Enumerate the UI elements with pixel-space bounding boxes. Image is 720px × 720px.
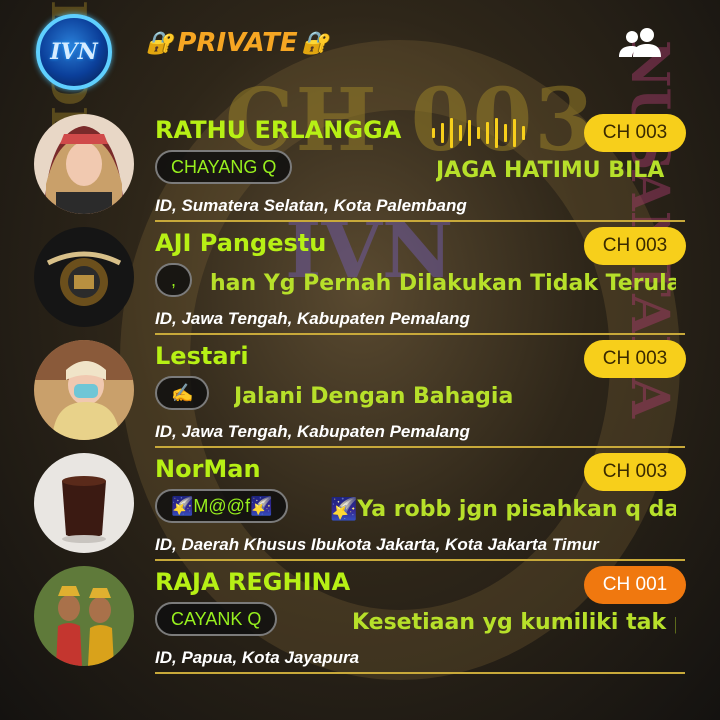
user-tag: ✍️ [155,376,210,410]
user-location: ID, Jawa Tengah, Kabupaten Pemalang [155,422,470,441]
avatar[interactable] [34,114,134,214]
list-item[interactable]: RATHU ERLANGGA CHAYANG Q JAGA HATIMU BIL… [0,110,720,222]
avatar[interactable] [34,566,134,666]
user-name: Lestari [155,342,249,370]
user-name: NorMan [155,455,261,483]
status-message: 🌠Ya robb jgn pisahkan q dan [330,497,676,522]
list-item[interactable]: RAJA REGHINA CAYANK Q Kesetiaan yg kumil… [0,562,720,674]
group-icon [619,28,661,57]
avatar[interactable] [34,340,134,440]
user-name: AJI Pangestu [155,229,327,257]
list-item[interactable]: Lestari ✍️ Jalani Dengan Bahagia ID, Jaw… [0,336,720,448]
logo-text: IVN [50,39,98,65]
row-divider [155,559,685,561]
user-tag: CAYANK Q [155,602,278,636]
user-tag: CHAYANG Q [155,150,293,184]
status-message: Jalani Dengan Bahagia [234,384,514,409]
lock-icon: 🔐 [301,30,330,56]
user-location: ID, Sumatera Selatan, Kota Palembang [155,196,467,215]
user-tag: , [155,263,193,297]
channel-badge[interactable]: CH 003 [584,114,686,152]
avatar[interactable] [34,227,134,327]
room-header: IVN 🔐 PRIVATE 🔐 [0,0,720,90]
status-message: JAGA HATIMU BILA [436,158,665,183]
row-divider [155,220,685,222]
status-message: Kesetiaan yg kumiliki tak pe [352,610,676,635]
user-location: ID, Jawa Tengah, Kabupaten Pemalang [155,309,470,328]
channel-badge[interactable]: CH 003 [584,453,686,491]
list-item[interactable]: AJI Pangestu , han Yg Pernah Dilakukan T… [0,223,720,335]
group-members-button[interactable] [618,24,666,60]
user-location: ID, Papua, Kota Jayapura [155,648,360,667]
row-divider [155,446,685,448]
user-location: ID, Daerah Khusus Ibukota Jakarta, Kota … [155,535,599,554]
user-name: RATHU ERLANGGA [155,116,402,144]
user-name: RAJA REGHINA [155,568,351,596]
room-logo[interactable]: IVN [36,14,112,90]
user-tag: 🌠M@@f🌠 [155,489,289,523]
list-item[interactable]: NorMan 🌠M@@f🌠 🌠Ya robb jgn pisahkan q da… [0,449,720,561]
avatar[interactable] [34,453,134,553]
channel-badge[interactable]: CH 001 [584,566,686,604]
private-label: 🔐 PRIVATE 🔐 [146,26,329,60]
speaking-waveform-icon [432,118,525,148]
status-message: han Yg Pernah Dilakukan Tidak Terulang [210,271,676,296]
row-divider [155,333,685,335]
lock-icon: 🔐 [146,30,174,56]
row-divider [155,672,685,674]
channel-badge[interactable]: CH 003 [584,227,686,265]
private-text: PRIVATE [177,28,298,58]
channel-badge[interactable]: CH 003 [584,340,686,378]
